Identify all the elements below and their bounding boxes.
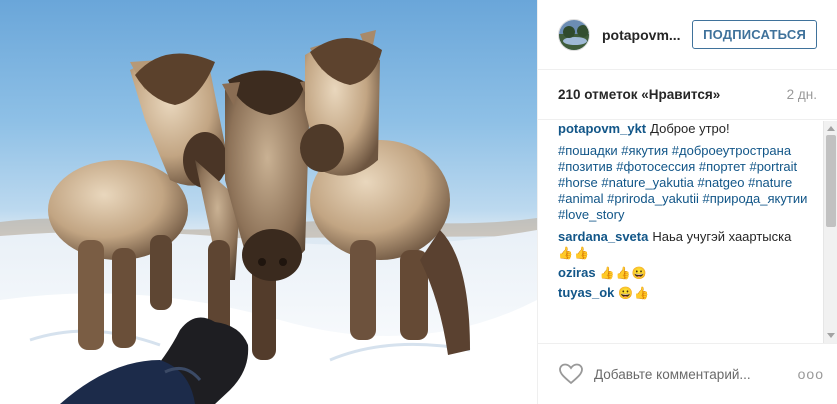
comment-emoji: 😀👍: [618, 286, 651, 300]
instagram-post: potapovm... ПОДПИСАТЬСЯ 210 отметок «Нра…: [0, 0, 837, 404]
comment-item: sardana_sveta Наьа учугэй хаартыска 👍👍: [558, 229, 820, 261]
comment-author[interactable]: oziras: [558, 265, 596, 280]
avatar-image: [559, 19, 589, 50]
scroll-down-icon[interactable]: [827, 333, 835, 338]
comment-emoji: 👍👍: [558, 246, 590, 260]
post-stats: 210 отметок «Нравится» 2 дн.: [538, 70, 837, 120]
follow-button[interactable]: ПОДПИСАТЬСЯ: [692, 20, 817, 49]
caption-author[interactable]: potapovm_ykt: [558, 121, 646, 136]
post-timestamp[interactable]: 2 дн.: [787, 87, 817, 102]
likes-count[interactable]: 210 отметок «Нравится»: [558, 87, 720, 102]
comment-emoji: 👍👍😀: [599, 266, 648, 280]
author-username[interactable]: potapovm...: [602, 27, 692, 43]
caption-hashtags[interactable]: #пошадки #якутия #доброеутространа #пози…: [558, 143, 820, 223]
comment-item: oziras 👍👍😀: [558, 265, 820, 281]
author-avatar[interactable]: [558, 18, 590, 51]
heart-icon[interactable]: [558, 362, 584, 386]
comment-text: Наьа учугэй хаартыска: [652, 229, 792, 244]
post-footer: ooo: [538, 343, 837, 404]
scroll-up-icon[interactable]: [827, 126, 835, 131]
post-side-panel: potapovm... ПОДПИСАТЬСЯ 210 отметок «Нра…: [537, 0, 837, 404]
comments-list[interactable]: potapovm_ykt Доброе утро! #пошадки #якути…: [538, 121, 837, 343]
comments-scrollbar[interactable]: [823, 121, 837, 343]
caption: potapovm_ykt Доброе утро! #пошадки #якути…: [558, 121, 820, 223]
ellipsis-icon[interactable]: ooo: [798, 366, 824, 382]
comment-author[interactable]: sardana_sveta: [558, 229, 648, 244]
post-photo[interactable]: [0, 0, 537, 404]
scroll-thumb[interactable]: [826, 135, 836, 227]
caption-text: Доброе утро!: [650, 121, 730, 136]
post-header: potapovm... ПОДПИСАТЬСЯ: [538, 0, 837, 70]
comment-author[interactable]: tuyas_ok: [558, 285, 614, 300]
horses-photo: [0, 30, 537, 404]
comment-item: tuyas_ok 😀👍: [558, 285, 820, 301]
add-comment-input[interactable]: [594, 366, 798, 382]
